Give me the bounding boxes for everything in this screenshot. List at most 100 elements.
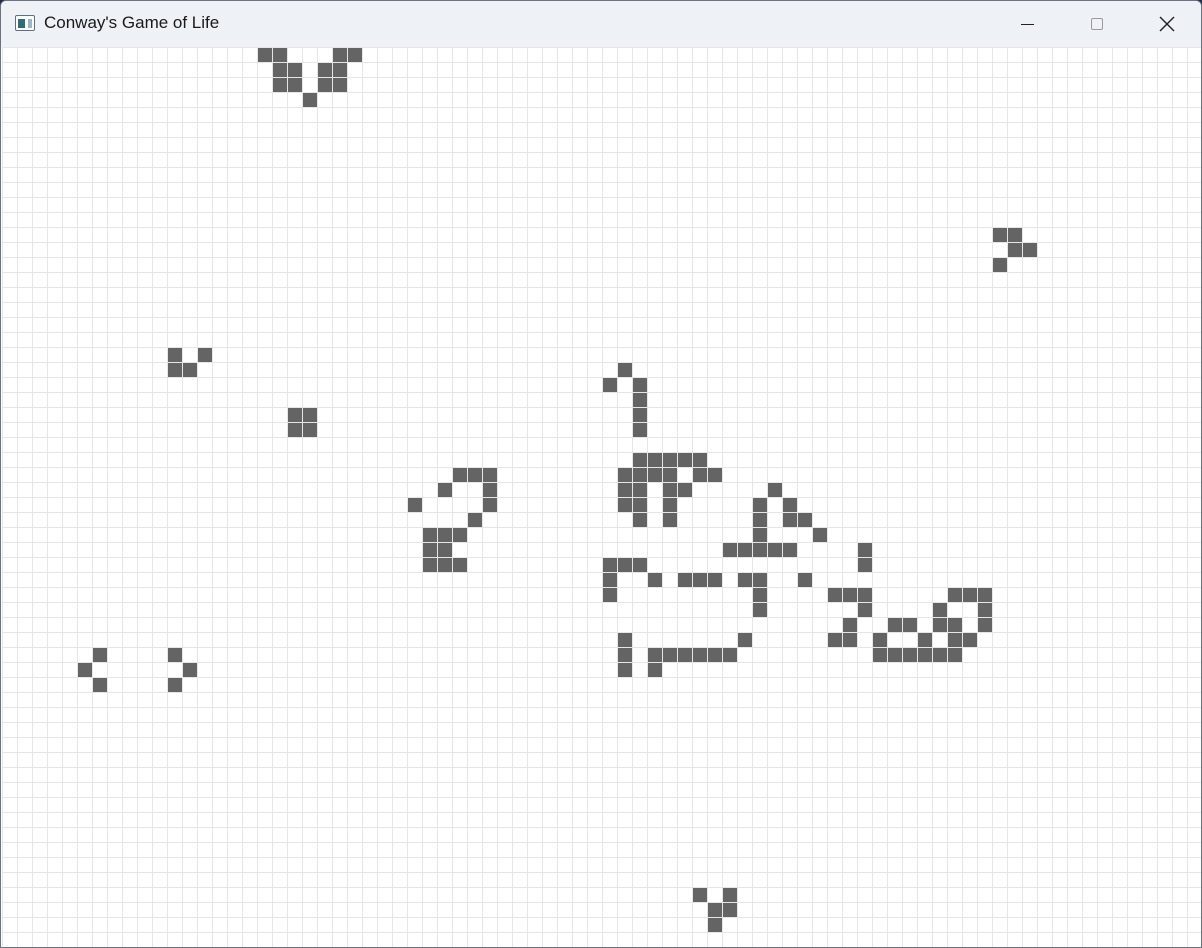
alive-cell[interactable] xyxy=(962,632,977,647)
alive-cell[interactable] xyxy=(977,602,992,617)
alive-cell[interactable] xyxy=(662,647,677,662)
close-button[interactable] xyxy=(1132,1,1201,47)
alive-cell[interactable] xyxy=(182,362,197,377)
alive-cell[interactable] xyxy=(632,377,647,392)
alive-cell[interactable] xyxy=(632,452,647,467)
alive-cell[interactable] xyxy=(632,497,647,512)
alive-cell[interactable] xyxy=(1007,242,1022,257)
alive-cell[interactable] xyxy=(617,662,632,677)
alive-cell[interactable] xyxy=(422,557,437,572)
alive-cell[interactable] xyxy=(827,587,842,602)
alive-cell[interactable] xyxy=(422,527,437,542)
alive-cell[interactable] xyxy=(737,632,752,647)
alive-cell[interactable] xyxy=(332,62,347,77)
alive-cell[interactable] xyxy=(77,662,92,677)
alive-cell[interactable] xyxy=(257,47,272,62)
alive-cell[interactable] xyxy=(707,902,722,917)
alive-cell[interactable] xyxy=(752,572,767,587)
alive-cell[interactable] xyxy=(272,47,287,62)
alive-cell[interactable] xyxy=(677,482,692,497)
alive-cell[interactable] xyxy=(992,257,1007,272)
alive-cell[interactable] xyxy=(692,647,707,662)
alive-cell[interactable] xyxy=(782,542,797,557)
alive-cell[interactable] xyxy=(752,527,767,542)
alive-cell[interactable] xyxy=(632,557,647,572)
alive-cell[interactable] xyxy=(857,542,872,557)
alive-cell[interactable] xyxy=(692,467,707,482)
cell-grid[interactable] xyxy=(2,47,1202,947)
alive-cell[interactable] xyxy=(317,77,332,92)
alive-cell[interactable] xyxy=(752,512,767,527)
alive-cell[interactable] xyxy=(917,632,932,647)
alive-cell[interactable] xyxy=(662,467,677,482)
alive-cell[interactable] xyxy=(167,362,182,377)
alive-cell[interactable] xyxy=(752,542,767,557)
alive-cell[interactable] xyxy=(287,422,302,437)
alive-cell[interactable] xyxy=(287,407,302,422)
alive-cell[interactable] xyxy=(617,362,632,377)
alive-cell[interactable] xyxy=(617,482,632,497)
alive-cell[interactable] xyxy=(437,542,452,557)
alive-cell[interactable] xyxy=(632,392,647,407)
alive-cell[interactable] xyxy=(767,482,782,497)
alive-cell[interactable] xyxy=(932,602,947,617)
alive-cell[interactable] xyxy=(692,887,707,902)
alive-cell[interactable] xyxy=(617,632,632,647)
alive-cell[interactable] xyxy=(722,647,737,662)
alive-cell[interactable] xyxy=(872,632,887,647)
alive-cell[interactable] xyxy=(602,572,617,587)
alive-cell[interactable] xyxy=(932,647,947,662)
alive-cell[interactable] xyxy=(722,887,737,902)
alive-cell[interactable] xyxy=(782,497,797,512)
alive-cell[interactable] xyxy=(197,347,212,362)
alive-cell[interactable] xyxy=(947,647,962,662)
alive-cell[interactable] xyxy=(962,587,977,602)
alive-cell[interactable] xyxy=(452,467,467,482)
alive-cell[interactable] xyxy=(827,632,842,647)
alive-cell[interactable] xyxy=(632,512,647,527)
alive-cell[interactable] xyxy=(707,917,722,932)
alive-cell[interactable] xyxy=(647,467,662,482)
alive-cell[interactable] xyxy=(647,662,662,677)
alive-cell[interactable] xyxy=(707,572,722,587)
alive-cell[interactable] xyxy=(467,512,482,527)
alive-cell[interactable] xyxy=(917,647,932,662)
alive-cell[interactable] xyxy=(422,542,437,557)
alive-cell[interactable] xyxy=(977,617,992,632)
alive-cell[interactable] xyxy=(647,647,662,662)
alive-cell[interactable] xyxy=(722,542,737,557)
alive-cell[interactable] xyxy=(167,647,182,662)
alive-cell[interactable] xyxy=(617,647,632,662)
alive-cell[interactable] xyxy=(797,512,812,527)
alive-cell[interactable] xyxy=(347,47,362,62)
alive-cell[interactable] xyxy=(302,92,317,107)
alive-cell[interactable] xyxy=(677,647,692,662)
alive-cell[interactable] xyxy=(302,422,317,437)
alive-cell[interactable] xyxy=(1007,227,1022,242)
alive-cell[interactable] xyxy=(947,632,962,647)
alive-cell[interactable] xyxy=(812,527,827,542)
alive-cell[interactable] xyxy=(782,512,797,527)
alive-cell[interactable] xyxy=(992,227,1007,242)
alive-cell[interactable] xyxy=(767,542,782,557)
alive-cell[interactable] xyxy=(707,647,722,662)
alive-cell[interactable] xyxy=(887,617,902,632)
alive-cell[interactable] xyxy=(482,482,497,497)
alive-cell[interactable] xyxy=(1022,242,1037,257)
alive-cell[interactable] xyxy=(632,407,647,422)
alive-cell[interactable] xyxy=(692,452,707,467)
alive-cell[interactable] xyxy=(722,902,737,917)
alive-cell[interactable] xyxy=(287,62,302,77)
alive-cell[interactable] xyxy=(617,467,632,482)
alive-cell[interactable] xyxy=(617,497,632,512)
alive-cell[interactable] xyxy=(482,497,497,512)
alive-cell[interactable] xyxy=(317,62,332,77)
alive-cell[interactable] xyxy=(932,617,947,632)
alive-cell[interactable] xyxy=(947,617,962,632)
alive-cell[interactable] xyxy=(662,452,677,467)
alive-cell[interactable] xyxy=(302,407,317,422)
alive-cell[interactable] xyxy=(407,497,422,512)
alive-cell[interactable] xyxy=(977,587,992,602)
alive-cell[interactable] xyxy=(737,572,752,587)
alive-cell[interactable] xyxy=(632,422,647,437)
